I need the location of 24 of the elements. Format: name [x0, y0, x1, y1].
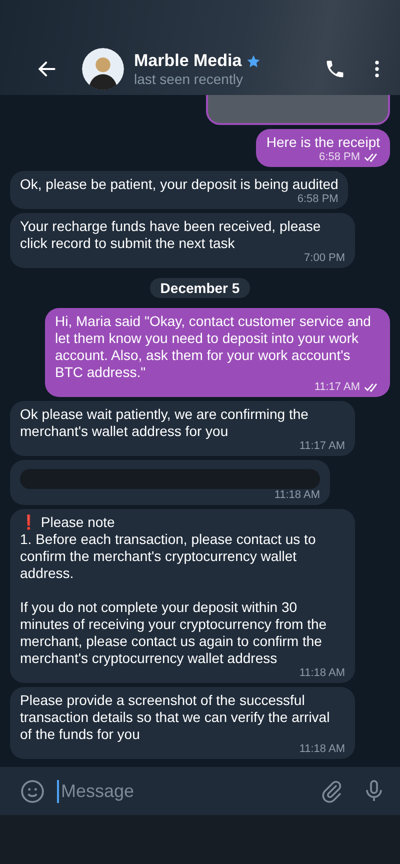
message-text: Ok, please be patient, your deposit is being audited [20, 176, 338, 193]
paperclip-icon[interactable] [320, 779, 344, 803]
avatar[interactable] [82, 48, 124, 90]
message-time: 11:18 AM [274, 489, 320, 502]
message-text: Hi, Maria said "Okay, contact customer service and let them know you need to deposit into your work account. Also, ask them for your work account's BTC address." [55, 313, 372, 381]
message-time: 11:17 AM [314, 381, 360, 394]
contact-name: Marble Media [134, 51, 242, 71]
message-text: Please provide a screenshot of the successful transaction details so that we can verify the arrival of the funds for you [20, 692, 331, 743]
message-time: 11:17 AM [299, 440, 345, 453]
message-time: 6:58 PM [297, 193, 338, 206]
message-input[interactable]: Message [57, 780, 302, 802]
message-time: 11:18 AM [299, 743, 345, 756]
message-text: Here is the receipt [266, 134, 380, 151]
message-text: Your recharge funds have been received, please click record to submit the next task [20, 218, 322, 252]
message-time: 11:18 AM [299, 667, 345, 680]
message-time: 6:58 PM [319, 151, 360, 164]
date-separator: December 5 [150, 278, 250, 298]
emoji-icon[interactable] [20, 778, 45, 804]
message-text: ❗ Please note 1. Before each transaction, please contact us to confirm the merchant's cryptocurrency wallet address. If you do not complete your deposit within 30 minutes of receiving your cryptocurrency from the merchant, please contact us again to confirm the merchant's cryptocurrency wallet address [20, 514, 328, 667]
message-composer[interactable]: Message [0, 767, 400, 815]
message-time: 7:00 PM [304, 252, 345, 265]
phone-icon[interactable] [324, 58, 346, 80]
message-text: Ok please wait patiently, we are confirming the merchant's wallet address for you [20, 406, 310, 440]
last-seen-status: last seen recently [134, 71, 244, 87]
